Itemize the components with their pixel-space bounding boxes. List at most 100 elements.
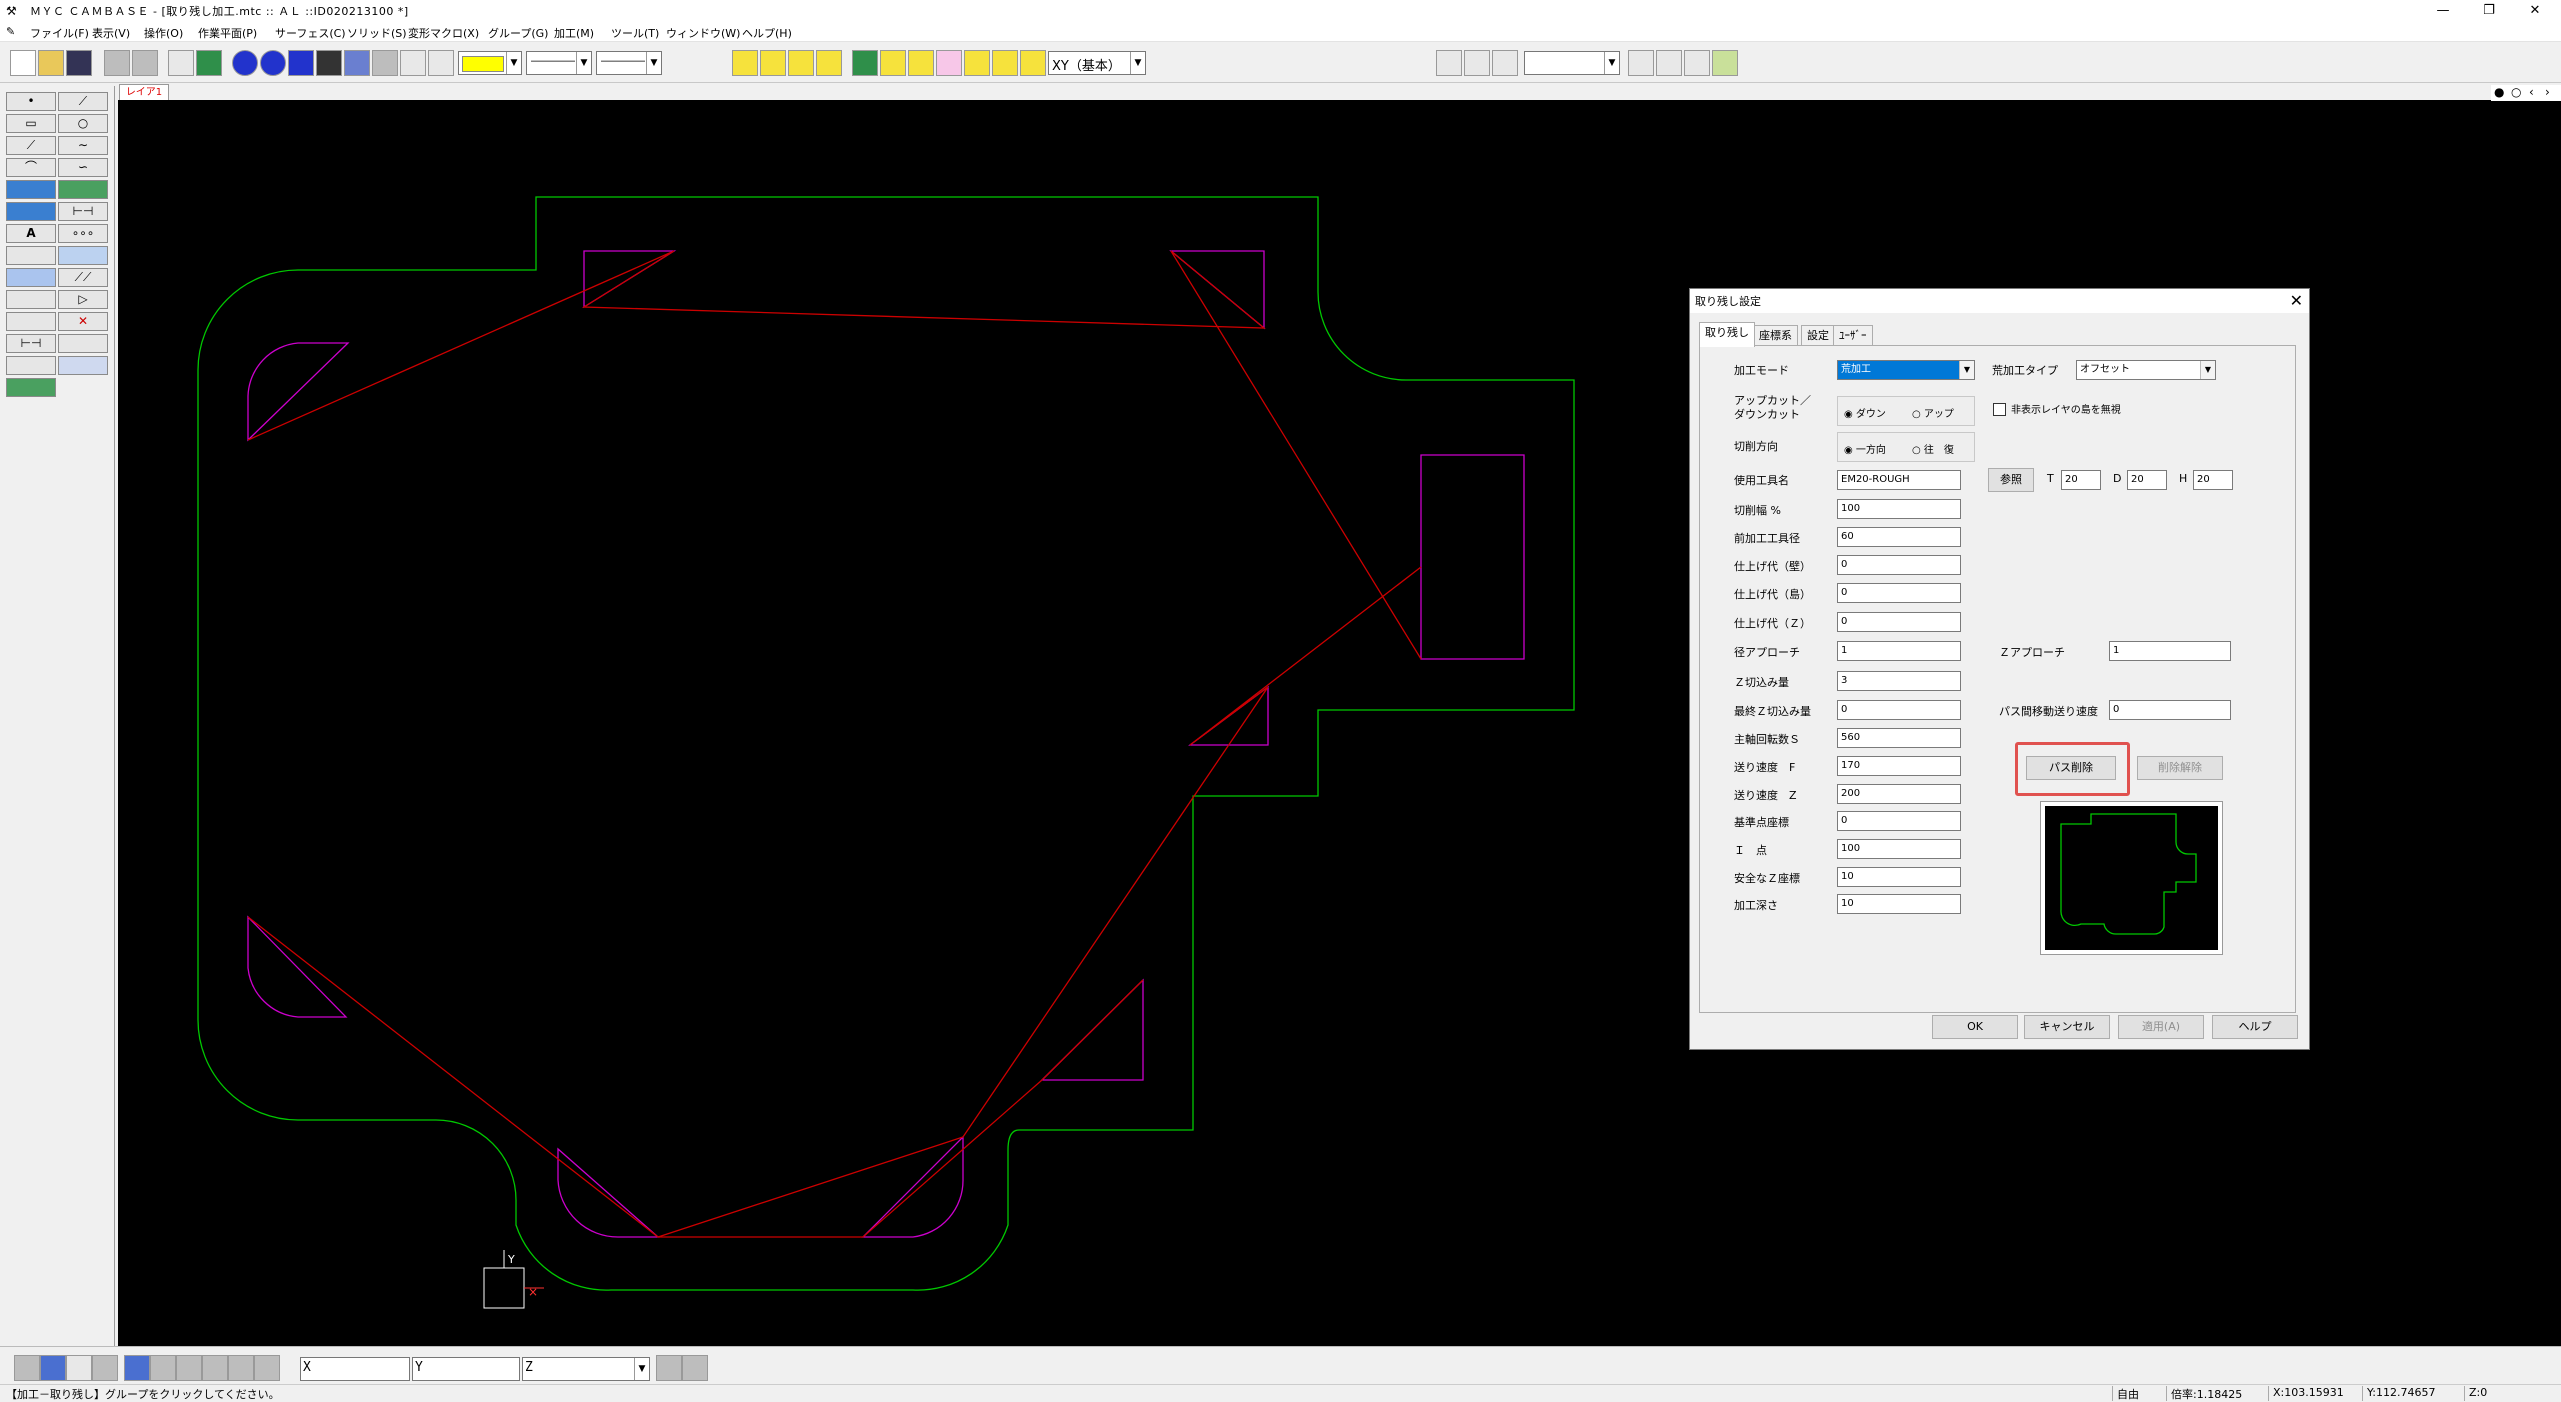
undo-delete-button[interactable]: 削除解除	[2137, 756, 2223, 780]
pattern-tool[interactable]	[58, 356, 108, 375]
ok-button[interactable]: OK	[1932, 1015, 2018, 1039]
new-file-button[interactable]	[10, 50, 36, 76]
pick-button-9[interactable]	[964, 50, 990, 76]
tool-button-2[interactable]	[132, 50, 158, 76]
move-tool[interactable]	[6, 268, 56, 287]
snap-button-4[interactable]	[92, 1355, 118, 1381]
pick-button-7[interactable]	[908, 50, 934, 76]
tab-coordinate[interactable]: 座標系	[1753, 325, 1798, 346]
solid-tool[interactable]	[6, 202, 56, 221]
plane-button[interactable]	[344, 50, 370, 76]
hide-layer-checkbox[interactable]	[1993, 403, 2006, 416]
arc-tool[interactable]: ⌒	[6, 158, 56, 177]
menu-operation[interactable]: 操作(O)	[144, 25, 183, 41]
snap-button-7[interactable]	[176, 1355, 202, 1381]
pick-button-11[interactable]	[1020, 50, 1046, 76]
axis-select[interactable]: ▼	[1524, 51, 1620, 75]
point-tool[interactable]: •	[6, 92, 56, 111]
field-base-point[interactable]: 0	[1837, 811, 1961, 831]
snap-button[interactable]	[400, 50, 426, 76]
field-feed-z[interactable]: 200	[1837, 784, 1961, 804]
pick-button-6[interactable]	[880, 50, 906, 76]
snap-button-11[interactable]	[656, 1355, 682, 1381]
line-tool[interactable]: ⟋	[58, 92, 108, 111]
text-tool[interactable]: A	[6, 224, 56, 243]
snap-button-5[interactable]	[124, 1355, 150, 1381]
path-delete-button[interactable]: パス削除	[2026, 756, 2116, 780]
rect-tool[interactable]: ▭	[6, 114, 56, 133]
pass-feed-field[interactable]: 0	[2109, 700, 2231, 720]
field-cut-width[interactable]: 100	[1837, 499, 1961, 519]
ref-button[interactable]: 参照	[1988, 468, 2034, 492]
grid-button[interactable]	[168, 50, 194, 76]
pick-button-10[interactable]	[992, 50, 1018, 76]
hidden-button[interactable]	[372, 50, 398, 76]
pick-button-5[interactable]	[852, 50, 878, 76]
tab-settings[interactable]: 設定	[1801, 325, 1835, 346]
field-prev-tool-dia[interactable]: 60	[1837, 527, 1961, 547]
delete-mark-button[interactable]	[1684, 50, 1710, 76]
snap-button-8[interactable]	[202, 1355, 228, 1381]
close-button[interactable]: ✕	[2512, 0, 2558, 22]
menu-icon[interactable]: ✎	[6, 25, 15, 38]
tool-name-field[interactable]: EM20-ROUGH	[1837, 470, 1961, 490]
extend-tool[interactable]: ▷	[58, 290, 108, 309]
line-style-select[interactable]: ―――― ▼	[526, 51, 592, 75]
tag-button[interactable]	[196, 50, 222, 76]
ring-icon[interactable]: ○	[2511, 85, 2521, 99]
layer-tab[interactable]: レイア1	[119, 84, 169, 100]
axis-button-2[interactable]	[1464, 50, 1490, 76]
menu-machining[interactable]: 加工(M)	[554, 25, 594, 41]
menu-file[interactable]: ファイル(F)	[30, 25, 89, 41]
axis-button-1[interactable]	[1436, 50, 1462, 76]
menu-tool[interactable]: ツール(T)	[611, 25, 659, 41]
layer-button[interactable]	[428, 50, 454, 76]
field-radial-approach[interactable]: 1	[1837, 641, 1961, 661]
radio-up[interactable]: ○ アップ	[1912, 405, 1954, 420]
scroll-left-icon[interactable]: ‹	[2529, 85, 2534, 99]
box-button[interactable]	[316, 50, 342, 76]
menu-view[interactable]: 表示(V)	[92, 25, 130, 41]
pick-button-2[interactable]	[760, 50, 786, 76]
z-approach-field[interactable]: 1	[2109, 641, 2231, 661]
pick-button-4[interactable]	[816, 50, 842, 76]
pick-button-8[interactable]	[936, 50, 962, 76]
menu-window[interactable]: ウィンドウ(W)	[666, 25, 740, 41]
radio-round-trip[interactable]: ○ 往 復	[1912, 441, 1954, 456]
field-finish-wall[interactable]: 0	[1837, 555, 1961, 575]
t-field[interactable]: 20	[2061, 470, 2101, 490]
layer-tool[interactable]	[6, 378, 56, 397]
array-tool[interactable]	[58, 334, 108, 353]
apply-button[interactable]: 適用(A)	[2118, 1015, 2204, 1039]
radio-one-way[interactable]: ◉ 一方向	[1844, 441, 1886, 456]
undo-button[interactable]	[1628, 50, 1654, 76]
coord-y-field[interactable]: Y	[412, 1357, 520, 1381]
scroll-right-icon[interactable]: ›	[2545, 85, 2550, 99]
field-feed-f[interactable]: 170	[1837, 756, 1961, 776]
field-final-z-step[interactable]: 0	[1837, 700, 1961, 720]
minimize-button[interactable]: —	[2420, 0, 2466, 22]
menu-group[interactable]: グループ(G)	[488, 25, 548, 41]
tool-button-1[interactable]	[104, 50, 130, 76]
tab-leftover[interactable]: 取り残し	[1699, 322, 1755, 347]
copy-tool[interactable]	[6, 312, 56, 331]
curve-tool[interactable]: ∽	[58, 158, 108, 177]
menu-solid[interactable]: ソリッド(S)	[347, 25, 407, 41]
axis-button-3[interactable]	[1492, 50, 1518, 76]
save-button[interactable]	[66, 50, 92, 76]
mirror-tool[interactable]	[6, 356, 56, 375]
field-depth[interactable]: 10	[1837, 894, 1961, 914]
d-field[interactable]: 20	[2127, 470, 2167, 490]
menu-macro[interactable]: 変形マクロ(X)	[408, 25, 479, 41]
dialog-close-icon[interactable]: ✕	[2290, 291, 2303, 310]
cube-button[interactable]	[288, 50, 314, 76]
circle-tool[interactable]: ○	[58, 114, 108, 133]
sphere-button[interactable]	[232, 50, 258, 76]
measure-tool[interactable]	[58, 246, 108, 265]
spline-tool[interactable]: ∼	[58, 136, 108, 155]
restore-button[interactable]: ❐	[2466, 0, 2512, 22]
shade-button[interactable]	[260, 50, 286, 76]
trim-tool[interactable]: ⟋⟋	[58, 268, 108, 287]
cross-button[interactable]	[1656, 50, 1682, 76]
pick-button-1[interactable]	[732, 50, 758, 76]
